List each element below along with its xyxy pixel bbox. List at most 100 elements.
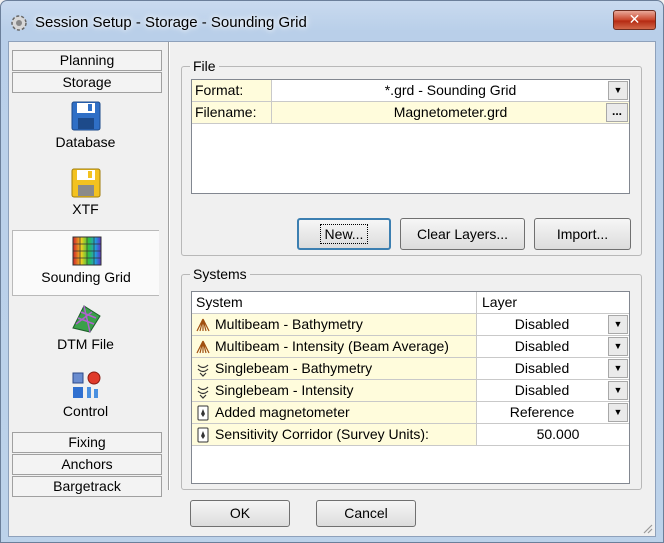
file-property-grid: Format: *.grd - Sounding Grid ▼ Filename… [191, 79, 630, 194]
layer-select[interactable]: Reference ▼ [477, 402, 629, 424]
multibeam-icon [196, 318, 210, 332]
system-name-cell: Added magnetometer [192, 402, 477, 424]
resize-grip-icon[interactable] [641, 522, 653, 534]
table-row[interactable]: Singlebeam - Intensity Disabled ▼ [192, 380, 629, 402]
chevron-down-icon: ▼ [613, 341, 623, 351]
nav-bar-storage[interactable]: Storage [12, 72, 162, 93]
layer-select[interactable]: Disabled ▼ [477, 314, 629, 336]
layer-select[interactable]: Disabled ▼ [477, 358, 629, 380]
layer-value: Disabled [514, 382, 570, 398]
chevron-down-icon: ▼ [613, 363, 623, 373]
system-name: Multibeam - Intensity (Beam Average) [215, 338, 449, 354]
layer-value: Disabled [514, 360, 570, 376]
floppy-disk-icon [71, 101, 101, 131]
nav-item-label: DTM File [57, 336, 114, 352]
chevron-down-icon: ▼ [613, 407, 623, 417]
systems-table-header: System Layer [192, 292, 629, 314]
layer-dropdown-button[interactable]: ▼ [608, 315, 628, 334]
ok-button[interactable]: OK [190, 500, 290, 527]
nav-item-sounding-grid[interactable]: Sounding Grid [12, 230, 159, 296]
table-row[interactable]: Multibeam - Bathymetry Disabled ▼ [192, 314, 629, 336]
system-name-cell: Singlebeam - Bathymetry [192, 358, 477, 380]
filename-row: Filename: Magnetometer.grd ... [192, 102, 629, 124]
singlebeam-icon [197, 386, 209, 399]
format-label: Format: [192, 80, 272, 102]
new-button[interactable]: New... [297, 218, 391, 250]
nav-bar-planning[interactable]: Planning [12, 50, 162, 71]
filename-value: Magnetometer.grd [393, 104, 508, 120]
session-setup-window: Session Setup - Storage - Sounding Grid … [0, 0, 664, 543]
table-row[interactable]: Added magnetometer Reference ▼ [192, 402, 629, 424]
table-row[interactable]: Sensitivity Corridor (Survey Units): 50.… [192, 424, 629, 446]
table-row[interactable]: Singlebeam - Bathymetry Disabled ▼ [192, 358, 629, 380]
magnetometer-icon [197, 427, 209, 443]
system-name: Multibeam - Bathymetry [215, 316, 363, 332]
column-separator [476, 292, 477, 314]
cancel-button[interactable]: Cancel [316, 500, 416, 527]
color-grid-icon [72, 236, 102, 266]
nav-item-dtm-file[interactable]: DTM File [12, 298, 159, 362]
system-name-cell: Sensitivity Corridor (Survey Units): [192, 424, 477, 446]
layer-value: Disabled [514, 338, 570, 354]
import-button[interactable]: Import... [534, 218, 631, 250]
format-select[interactable]: *.grd - Sounding Grid ▼ [272, 80, 629, 102]
browse-button[interactable]: ... [606, 103, 628, 122]
system-name-cell: Multibeam - Intensity (Beam Average) [192, 336, 477, 358]
window-title: Session Setup - Storage - Sounding Grid [35, 14, 307, 31]
systems-table: System Layer Multibeam - Bathymetry Disa… [191, 291, 630, 484]
nav-item-label: XTF [72, 201, 99, 217]
system-name: Singlebeam - Intensity [215, 382, 354, 398]
layer-value: Disabled [514, 316, 570, 332]
layer-value: Reference [509, 404, 575, 420]
chevron-down-icon: ▼ [613, 319, 623, 329]
dialog-client: Planning Storage Database XTF Sounding G… [8, 41, 656, 537]
nav-item-xtf[interactable]: XTF [12, 163, 159, 227]
clear-layers-button[interactable]: Clear Layers... [400, 218, 525, 250]
systems-group-title: Systems [190, 266, 250, 282]
table-row[interactable]: Multibeam - Intensity (Beam Average) Dis… [192, 336, 629, 358]
chevron-down-icon: ▼ [613, 385, 623, 395]
file-group: File Format: *.grd - Sounding Grid ▼ Fil… [181, 58, 642, 256]
column-header-system[interactable]: System [196, 294, 243, 310]
layer-dropdown-button[interactable]: ▼ [608, 359, 628, 378]
singlebeam-icon [197, 364, 209, 377]
category-nav: Planning Storage Database XTF Sounding G… [12, 46, 162, 497]
nav-divider [168, 42, 170, 490]
layer-dropdown-button[interactable]: ▼ [608, 381, 628, 400]
new-button-label: New... [319, 224, 369, 244]
control-icon [72, 371, 101, 398]
nav-item-label: Database [55, 134, 116, 150]
sensitivity-corridor-field[interactable]: 50.000 [477, 424, 629, 446]
nav-item-label: Control [62, 403, 109, 419]
format-row: Format: *.grd - Sounding Grid ▼ [192, 80, 629, 102]
layer-value: 50.000 [536, 426, 580, 442]
nav-item-control[interactable]: Control [12, 365, 159, 429]
file-group-title: File [190, 58, 219, 74]
filename-label: Filename: [192, 102, 272, 124]
layer-dropdown-button[interactable]: ▼ [608, 403, 628, 422]
nav-item-label: Sounding Grid [41, 269, 131, 285]
system-name: Singlebeam - Bathymetry [215, 360, 373, 376]
dtm-mesh-icon [72, 305, 101, 333]
close-button[interactable]: ✕ [613, 10, 656, 30]
chevron-down-icon: ▼ [613, 85, 623, 95]
nav-item-database[interactable]: Database [12, 96, 159, 160]
yellow-floppy-icon [71, 168, 101, 198]
nav-bar-fixing[interactable]: Fixing [12, 432, 162, 453]
nav-bar-bargetrack[interactable]: Bargetrack [12, 476, 162, 497]
layer-dropdown-button[interactable]: ▼ [608, 337, 628, 356]
magnetometer-icon [197, 405, 209, 421]
format-value: *.grd - Sounding Grid [384, 82, 517, 98]
layer-select[interactable]: Disabled ▼ [477, 380, 629, 402]
layer-select[interactable]: Disabled ▼ [477, 336, 629, 358]
format-dropdown-button[interactable]: ▼ [608, 81, 628, 100]
nav-bar-anchors[interactable]: Anchors [12, 454, 162, 475]
systems-group: Systems System Layer Multibeam - Bathyme… [181, 266, 642, 490]
column-header-layer[interactable]: Layer [482, 294, 517, 310]
system-name: Sensitivity Corridor (Survey Units): [215, 426, 429, 442]
system-name-cell: Singlebeam - Intensity [192, 380, 477, 402]
filename-field[interactable]: Magnetometer.grd ... [272, 102, 629, 124]
system-name-cell: Multibeam - Bathymetry [192, 314, 477, 336]
title-bar[interactable]: Session Setup - Storage - Sounding Grid … [1, 1, 663, 45]
gear-icon [11, 15, 27, 31]
